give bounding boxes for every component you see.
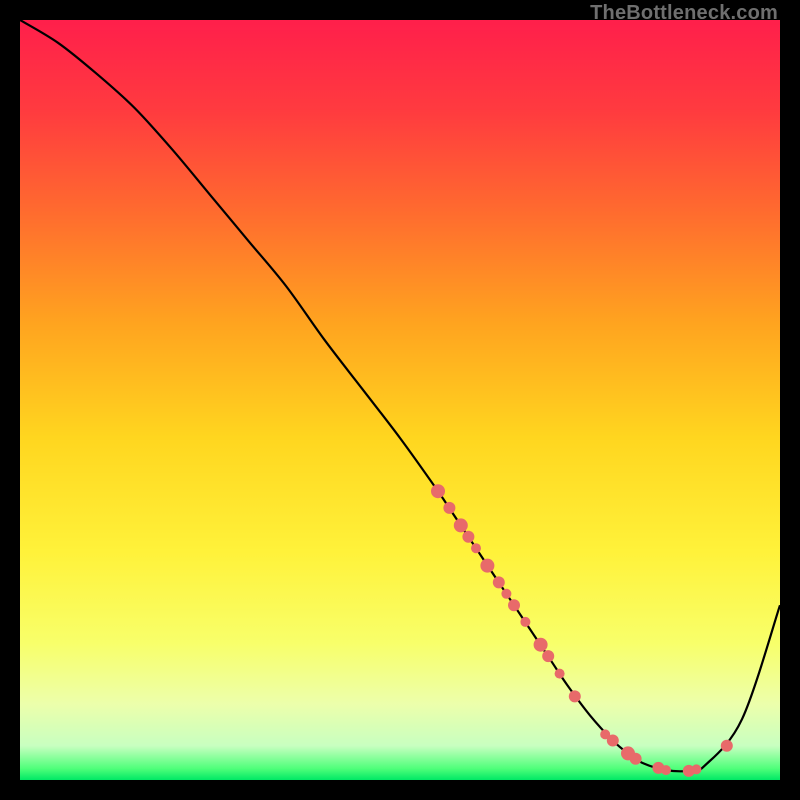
- marker-point: [480, 559, 494, 573]
- marker-point: [471, 543, 481, 553]
- marker-point: [721, 740, 733, 752]
- marker-point: [431, 484, 445, 498]
- marker-point: [462, 531, 474, 543]
- marker-point: [508, 599, 520, 611]
- marker-point: [454, 518, 468, 532]
- marker-point: [630, 753, 642, 765]
- marker-point: [520, 617, 530, 627]
- marker-point: [661, 765, 671, 775]
- marker-point: [443, 502, 455, 514]
- bottleneck-chart: [20, 20, 780, 780]
- marker-point: [569, 690, 581, 702]
- marker-point: [501, 589, 511, 599]
- marker-point: [542, 650, 554, 662]
- marker-point: [555, 669, 565, 679]
- chart-container: [20, 20, 780, 780]
- marker-point: [493, 576, 505, 588]
- gradient-background: [20, 20, 780, 780]
- marker-point: [691, 764, 701, 774]
- watermark-label: TheBottleneck.com: [590, 2, 778, 25]
- marker-point: [607, 734, 619, 746]
- marker-point: [534, 638, 548, 652]
